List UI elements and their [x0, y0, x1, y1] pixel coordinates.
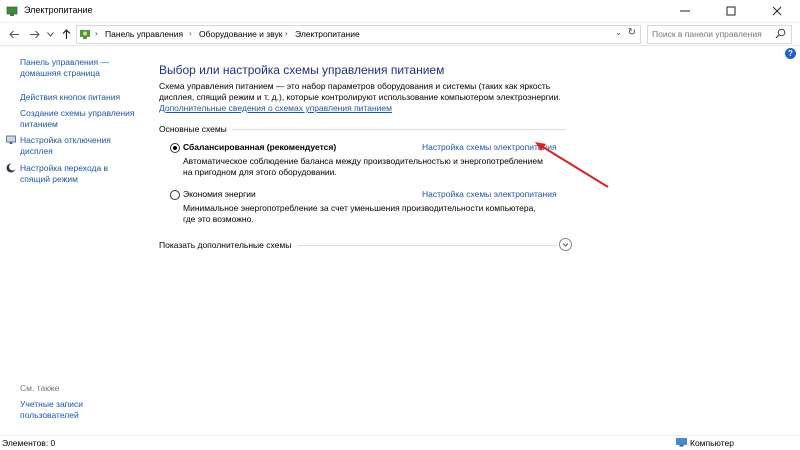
- sidebar: Панель управления — домашняя страница Де…: [0, 46, 150, 434]
- sidebar-item-user-accounts[interactable]: Учетные записи пользователей: [20, 399, 83, 421]
- page-title: Выбор или настройка схемы управления пит…: [159, 63, 445, 77]
- group-divider: [232, 129, 566, 130]
- plan-balanced-name[interactable]: Сбалансированная (рекомендуется): [183, 142, 336, 152]
- breadcrumb-control-panel[interactable]: Панель управления: [105, 29, 183, 39]
- sidebar-item-label: домашняя страница: [20, 68, 100, 78]
- arrow-up-icon: [62, 28, 70, 39]
- close-button[interactable]: [754, 0, 800, 22]
- computer-icon: [676, 438, 687, 447]
- title-bar: Электропитание: [0, 0, 800, 23]
- see-also-heading: См. также: [20, 383, 60, 393]
- moon-sleep-icon: [6, 163, 16, 173]
- sidebar-item-label: питанием: [20, 119, 58, 129]
- back-button[interactable]: [6, 25, 22, 43]
- control-panel-icon: [80, 30, 90, 39]
- items-count: Элементов: 0: [2, 438, 56, 448]
- status-location: Компьютер: [690, 438, 734, 448]
- more-info-link[interactable]: Дополнительные сведения о схемах управле…: [159, 103, 392, 113]
- address-dropdown-icon[interactable]: ⌄: [615, 28, 622, 37]
- sidebar-item-label: Настройка перехода в: [20, 163, 109, 173]
- breadcrumb[interactable]: › Панель управления › Оборудование и зву…: [76, 25, 641, 44]
- sidebar-item-label: спящий режим: [20, 174, 78, 184]
- plan-power-saver-name[interactable]: Экономия энергии: [183, 189, 256, 199]
- plan-description-line: где это возможно.: [183, 214, 254, 224]
- plan-balanced-description: Автоматическое соблюдение баланса между …: [183, 156, 543, 178]
- search-input[interactable]: [652, 28, 770, 40]
- sidebar-item-create-plan[interactable]: Создание схемы управления питанием: [20, 108, 135, 130]
- maximize-icon: [726, 6, 736, 16]
- help-button[interactable]: ?: [785, 48, 796, 59]
- display-icon: [6, 135, 16, 144]
- refresh-icon[interactable]: ↻: [628, 27, 636, 38]
- help-icon: ?: [788, 49, 793, 58]
- sidebar-item-label: Настройка отключения: [20, 135, 111, 145]
- plan-power-saver-radio[interactable]: [170, 190, 180, 200]
- chevron-down-icon: [562, 243, 569, 247]
- plan-description-line: на пригодном для этого оборудовании.: [183, 167, 337, 177]
- sidebar-item-power-buttons[interactable]: Действия кнопок питания: [20, 92, 120, 103]
- arrow-right-icon: [29, 30, 40, 38]
- close-icon: [772, 6, 782, 16]
- up-button[interactable]: [58, 25, 74, 43]
- description-line: дисплея, спящий режим и т. д.), которые …: [159, 92, 561, 102]
- sidebar-item-label: Панель управления —: [20, 57, 109, 67]
- recent-locations-button[interactable]: [42, 25, 58, 43]
- plan-description-line: Минимальное энергопотребление за счет ум…: [183, 203, 536, 213]
- maximize-button[interactable]: [708, 0, 754, 22]
- sidebar-item-label: дисплея: [20, 146, 53, 156]
- address-bar: › Панель управления › Оборудование и зву…: [0, 23, 800, 46]
- window-title: Электропитание: [24, 5, 93, 15]
- sidebar-item-display-off[interactable]: Настройка отключения дисплея: [20, 135, 111, 157]
- sidebar-item-sleep[interactable]: Настройка перехода в спящий режим: [20, 163, 108, 185]
- sidebar-item-label: пользователей: [20, 410, 79, 420]
- arrow-left-icon: [8, 30, 19, 38]
- minimize-button[interactable]: [662, 0, 708, 22]
- breadcrumb-power-options[interactable]: Электропитание: [295, 29, 360, 39]
- sidebar-item-label: Создание схемы управления: [20, 108, 135, 118]
- plan-description-line: Автоматическое соблюдение баланса между …: [183, 156, 543, 166]
- chevron-down-icon: [46, 31, 54, 37]
- plan-power-saver-settings-link[interactable]: Настройка схемы электропитания: [422, 189, 557, 199]
- show-more-plans[interactable]: Показать дополнительные схемы: [159, 240, 291, 250]
- plan-power-saver-description: Минимальное энергопотребление за счет ум…: [183, 203, 543, 225]
- search-box[interactable]: [647, 25, 792, 44]
- more-plans-divider: [298, 245, 557, 246]
- minimize-icon: [680, 10, 690, 12]
- breadcrumb-hardware-sound[interactable]: Оборудование и звук: [199, 29, 282, 39]
- power-options-icon: [6, 6, 18, 16]
- group-label: Основные схемы: [159, 124, 227, 134]
- page-description: Схема управления питанием — это набор па…: [159, 81, 579, 114]
- sidebar-item-label: Учетные записи: [20, 399, 84, 409]
- description-line: Схема управления питанием — это набор па…: [159, 81, 551, 91]
- plan-balanced-radio[interactable]: [170, 143, 180, 153]
- breadcrumb-separator-icon: ›: [95, 29, 98, 38]
- breadcrumb-separator-icon: ›: [189, 29, 192, 38]
- annotation-arrow-icon: [535, 142, 609, 188]
- breadcrumb-separator-icon: ›: [285, 29, 288, 38]
- expand-plans-button[interactable]: [559, 238, 572, 251]
- status-bar: Элементов: 0 Компьютер: [0, 435, 800, 450]
- sidebar-item-home[interactable]: Панель управления — домашняя страница: [20, 57, 109, 79]
- forward-button[interactable]: [26, 25, 42, 43]
- sidebar-item-label: Действия кнопок питания: [20, 92, 121, 102]
- search-icon[interactable]: [775, 28, 786, 39]
